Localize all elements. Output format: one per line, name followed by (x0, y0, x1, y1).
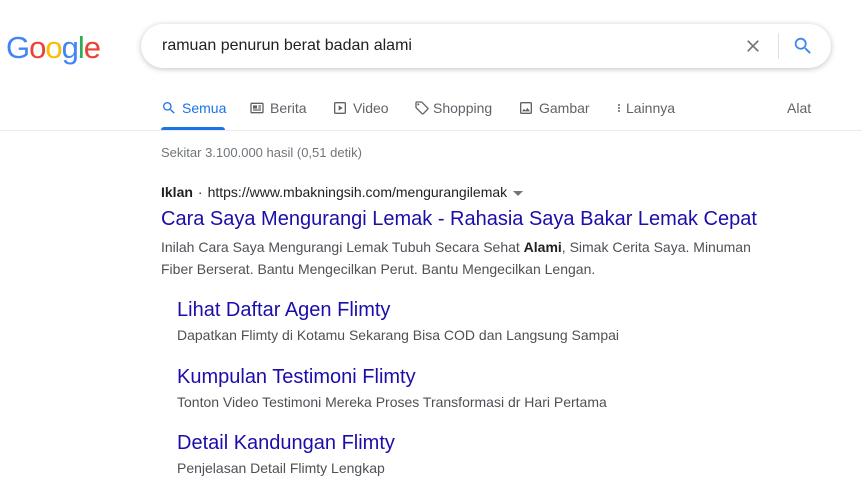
sitelink-title[interactable]: Detail Kandungan Flimty (177, 430, 395, 456)
sitelink-description: Tonton Video Testimoni Mereka Proses Tra… (177, 394, 607, 410)
tab-video[interactable]: Video (332, 96, 392, 130)
sitelink: Kumpulan Testimoni Flimty Tonton Video T… (177, 364, 607, 412)
image-icon (520, 102, 532, 114)
tab-label: Lainnya (626, 100, 676, 116)
ad-description: Inilah Cara Saya Mengurangi Lemak Tubuh … (161, 236, 781, 280)
tab-label: Berita (270, 100, 307, 116)
tab-berita[interactable]: Berita (249, 96, 309, 130)
chevron-down-icon[interactable] (513, 190, 524, 196)
google-logo[interactable]: Google (6, 30, 101, 66)
logo-letter: o (29, 30, 46, 65)
tab-lainnya[interactable]: Lainnya (613, 96, 677, 130)
tag-icon (415, 101, 429, 115)
ad-title-link[interactable]: Cara Saya Mengurangi Lemak - Rahasia Say… (161, 206, 757, 232)
play-icon (334, 102, 346, 114)
logo-letter: G (6, 30, 30, 65)
tab-gambar[interactable]: Gambar (518, 96, 592, 130)
header-divider (0, 130, 862, 131)
tab-shopping[interactable]: Shopping (414, 96, 494, 130)
ad-desc-text: Inilah Cara Saya Mengurangi Lemak Tubuh … (161, 239, 524, 255)
tools-button[interactable]: Alat (787, 100, 811, 116)
search-input[interactable]: ramuan penurun berat badan alami (162, 36, 412, 56)
tab-semua[interactable]: Semua (161, 96, 227, 130)
logo-letter: e (83, 30, 101, 65)
search-box[interactable]: ramuan penurun berat badan alami (141, 24, 831, 68)
result-stats: Sekitar 3.100.000 hasil (0,51 detik) (161, 145, 362, 160)
tab-label: Semua (182, 100, 227, 116)
sitelink-title[interactable]: Lihat Daftar Agen Flimty (177, 297, 619, 323)
ad-desc-highlight: Alami (523, 239, 562, 255)
search-icon[interactable] (792, 35, 814, 57)
more-vert-icon (618, 104, 620, 112)
ad-url[interactable]: https://www.mbakningsih.com/mengurangile… (208, 184, 508, 200)
tab-label: Video (353, 100, 389, 116)
newspaper-icon (250, 102, 264, 114)
sitelink-description: Penjelasan Detail Flimty Lengkap (177, 460, 385, 476)
tab-label: Gambar (539, 100, 590, 116)
ad-badge: Iklan (161, 184, 193, 200)
logo-letter: o (45, 30, 62, 65)
search-divider (778, 33, 779, 59)
tab-label: Shopping (433, 100, 493, 116)
sitelink-description: Dapatkan Flimty di Kotamu Sekarang Bisa … (177, 327, 620, 343)
search-icon (163, 102, 175, 114)
sitelink: Lihat Daftar Agen Flimty Dapatkan Flimty… (177, 297, 619, 345)
sitelink-title[interactable]: Kumpulan Testimoni Flimty (177, 364, 607, 390)
sitelink: Detail Kandungan Flimty Penjelasan Detai… (177, 430, 395, 478)
logo-letter: g (61, 30, 79, 65)
separator: · (197, 184, 203, 200)
ad-header: Iklan · https://www.mbakningsih.com/mengur… (161, 183, 524, 201)
close-icon[interactable] (743, 36, 763, 56)
